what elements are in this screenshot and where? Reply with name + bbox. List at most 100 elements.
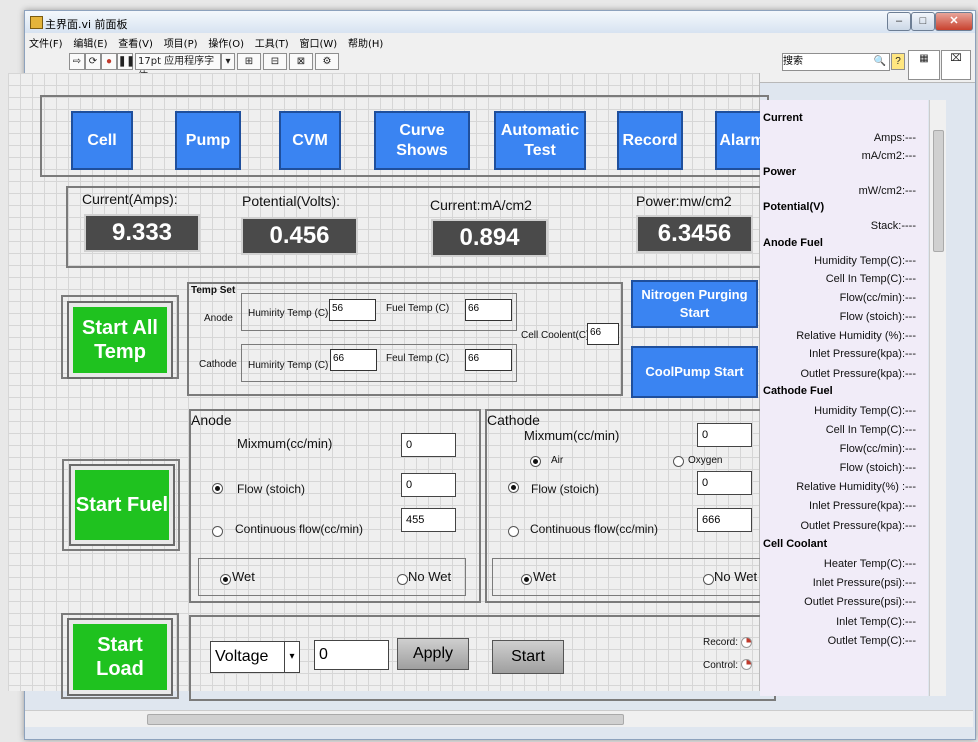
run-arrow-icon[interactable]: ⇨ xyxy=(69,53,85,70)
coolpump-button[interactable]: CoolPump Start xyxy=(631,346,758,398)
cathode-flow-input[interactable]: 0 xyxy=(697,471,752,495)
cathode-wet-radio[interactable] xyxy=(521,574,532,585)
pump-button[interactable]: Pump xyxy=(175,111,241,170)
apply-button[interactable]: Apply xyxy=(397,638,469,670)
sp-cathode-head: Cathode Fuel xyxy=(763,385,833,397)
anode-continuous-input[interactable]: 455 xyxy=(401,508,456,532)
cathode-humidity-input[interactable]: 66 xyxy=(330,349,377,371)
menu-project[interactable]: 项目(P) xyxy=(160,33,202,50)
sp-c-humidity: Humidity Temp(C):--- xyxy=(814,405,916,417)
anode-continuous-radio[interactable] xyxy=(212,526,223,537)
cathode-continuous-radio[interactable] xyxy=(508,526,519,537)
sp-a-outlet: Outlet Pressure(kpa):--- xyxy=(800,368,916,380)
anode-mix-input[interactable]: 0 xyxy=(401,433,456,457)
anode-title: Anode xyxy=(191,412,232,428)
oxygen-radio[interactable] xyxy=(673,456,684,467)
distribute-icon[interactable]: ⊟ xyxy=(263,53,287,70)
sp-a-humidity: Humidity Temp(C):--- xyxy=(814,255,916,267)
cell-button[interactable]: Cell xyxy=(71,111,133,170)
power-indicator: 6.3456 xyxy=(636,215,753,253)
status-sidepanel: Current Amps:--- mA/cm2:--- Power mW/cm2… xyxy=(760,100,928,696)
start-button[interactable]: Start xyxy=(492,640,564,674)
menu-window[interactable]: 窗口(W) xyxy=(295,33,341,50)
cvm-button[interactable]: CVM xyxy=(279,111,341,170)
sp-current-head: Current xyxy=(763,112,803,124)
current-density-indicator: 0.894 xyxy=(431,219,548,257)
sp-a-flow: Flow(cc/min):--- xyxy=(839,292,916,304)
cathode-fuel-temp-label: Feul Temp (C) xyxy=(386,353,450,364)
window-title: 主界面.vi 前面板 xyxy=(45,18,128,31)
start-fuel-button[interactable]: Start Fuel xyxy=(69,464,175,546)
vertical-scrollbar[interactable] xyxy=(929,100,946,696)
menu-view[interactable]: 查看(V) xyxy=(114,33,157,50)
automatic-test-button[interactable]: Automatic Test xyxy=(494,111,586,170)
reorder-icon[interactable]: ⚙ xyxy=(315,53,339,70)
horizontal-scroll-thumb[interactable] xyxy=(147,714,624,725)
maximize-button[interactable]: □ xyxy=(911,12,935,31)
abort-icon[interactable]: ● xyxy=(101,53,117,70)
anode-wet-radio[interactable] xyxy=(220,574,231,585)
current-indicator: 9.333 xyxy=(84,214,200,252)
menu-tools[interactable]: 工具(T) xyxy=(251,33,293,50)
cell-coolant-input[interactable]: 66 xyxy=(587,323,619,345)
title-bar: 主界面.vi 前面板 – □ ✕ xyxy=(25,11,975,33)
chevron-down-icon[interactable]: ▾ xyxy=(221,53,235,70)
load-value-input[interactable]: 0 xyxy=(314,640,389,670)
sp-c-outlet: Outlet Pressure(kpa):--- xyxy=(800,520,916,532)
anode-nowet-label: No Wet xyxy=(408,569,452,584)
menu-edit[interactable]: 编辑(E) xyxy=(69,33,111,50)
anode-flow-radio[interactable] xyxy=(212,483,223,494)
sp-c-inlet: Inlet Pressure(kpa):--- xyxy=(809,500,916,512)
potential-indicator: 0.456 xyxy=(241,217,358,255)
anode-mix-label: Mixmum(cc/min) xyxy=(237,436,333,451)
sp-cool-inlet-pressure: Inlet Pressure(psi):--- xyxy=(812,577,916,589)
search-icon[interactable]: 🔍 xyxy=(874,54,886,70)
anode-humidity-input[interactable]: 56 xyxy=(329,299,376,321)
anode-fuel-temp-input[interactable]: 66 xyxy=(465,299,512,321)
anode-flow-input[interactable]: 0 xyxy=(401,473,456,497)
horizontal-scrollbar[interactable] xyxy=(25,710,973,727)
cathode-continuous-input[interactable]: 666 xyxy=(697,508,752,532)
record-led-icon xyxy=(741,637,752,648)
cathode-fuel-temp-input[interactable]: 66 xyxy=(465,349,512,371)
menu-help[interactable]: 帮助(H) xyxy=(344,33,387,50)
sp-a-stoich: Flow (stoich):--- xyxy=(839,311,916,323)
cathode-flow-label: Flow (stoich) xyxy=(531,482,600,496)
resize-icon[interactable]: ⊠ xyxy=(289,53,313,70)
minimize-button[interactable]: – xyxy=(887,12,911,31)
menu-file[interactable]: 文件(F) xyxy=(25,33,67,50)
search-input[interactable]: 搜索 🔍 xyxy=(782,53,890,71)
menu-operate[interactable]: 操作(O) xyxy=(204,33,248,50)
sp-potential-head: Potential(V) xyxy=(763,201,825,213)
cathode-flow-radio[interactable] xyxy=(508,482,519,493)
air-radio[interactable] xyxy=(530,456,541,467)
nitrogen-purging-button[interactable]: Nitrogen Purging Start xyxy=(631,280,758,328)
anode-nowet-radio[interactable] xyxy=(397,574,408,585)
run-continuous-icon[interactable]: ⟳ xyxy=(85,53,101,70)
start-load-button[interactable]: Start Load xyxy=(67,618,173,696)
chevron-down-icon[interactable]: ▾ xyxy=(284,641,300,673)
cathode-nowet-label: No Wet xyxy=(714,569,758,584)
air-label: Air xyxy=(551,455,564,466)
close-button[interactable]: ✕ xyxy=(935,12,973,31)
record-button[interactable]: Record xyxy=(617,111,683,170)
record-label: Record: xyxy=(703,637,739,648)
start-all-temp-button[interactable]: Start All Temp xyxy=(67,301,173,379)
anode-continuous-label: Continuous flow(cc/min) xyxy=(235,522,364,536)
sp-cool-outlet-pressure: Outlet Pressure(psi):--- xyxy=(804,596,916,608)
cathode-mix-input[interactable]: 0 xyxy=(697,423,752,447)
anode-wet-label: Wet xyxy=(232,569,255,584)
pause-icon[interactable]: ❚❚ xyxy=(117,53,135,70)
search-placeholder: 搜索 xyxy=(783,56,803,67)
align-icon[interactable]: ⊞ xyxy=(237,53,261,70)
curve-shows-button[interactable]: Curve Shows xyxy=(374,111,470,170)
mode-select[interactable]: Voltage xyxy=(210,641,294,673)
cathode-nowet-radio[interactable] xyxy=(703,574,714,585)
help-icon[interactable]: ? xyxy=(891,53,905,70)
font-select[interactable]: 17pt 应用程序字体 xyxy=(135,53,221,82)
sp-mw-cm2: mW/cm2:--- xyxy=(858,185,916,197)
vi-icon-preview: ⌧ xyxy=(941,50,971,80)
power-label: Power:mw/cm2 xyxy=(636,193,732,209)
oxygen-label: Oxygen xyxy=(688,455,723,466)
vertical-scroll-thumb[interactable] xyxy=(933,130,944,252)
